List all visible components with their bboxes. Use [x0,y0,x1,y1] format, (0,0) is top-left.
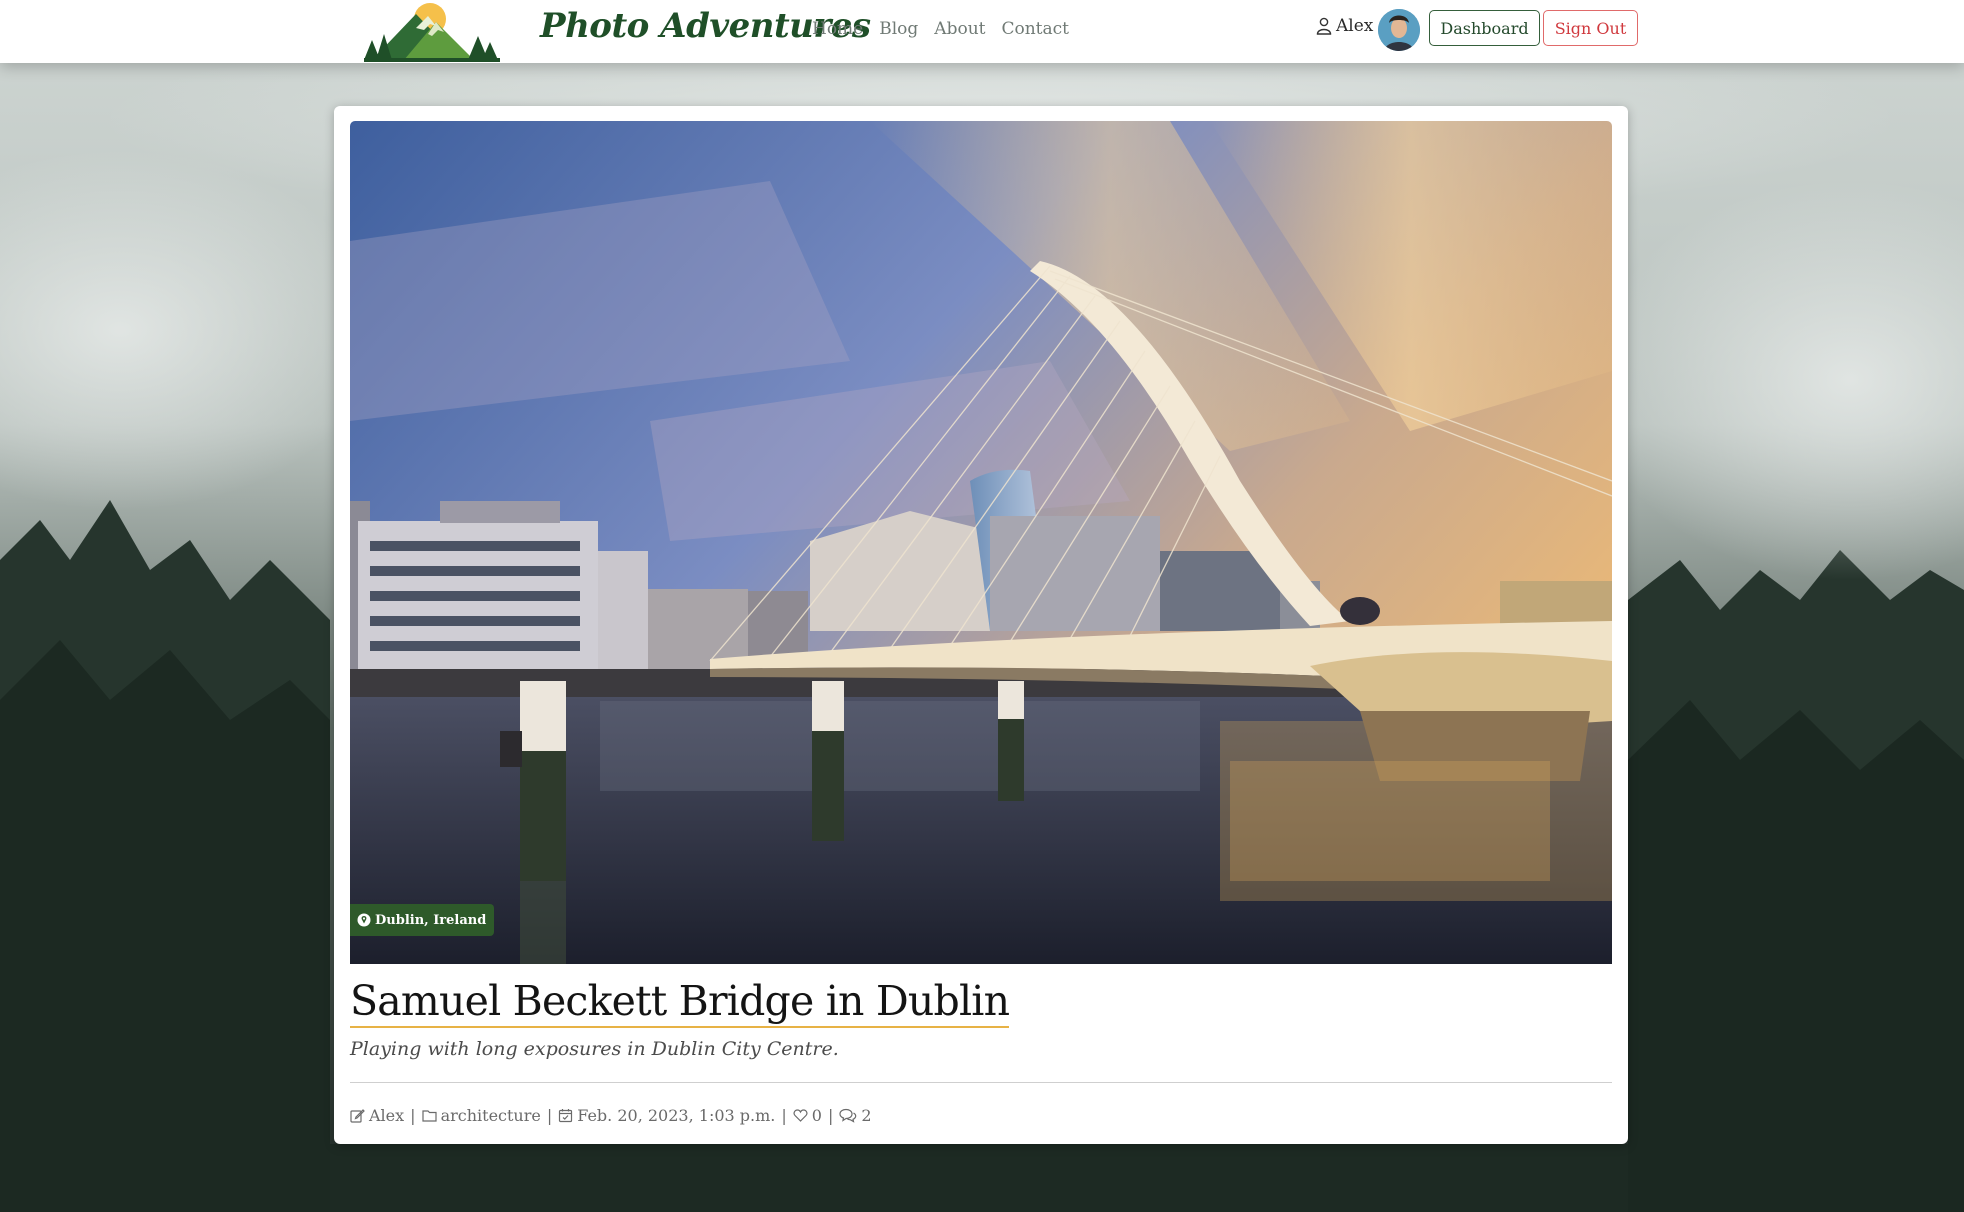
user-icon [1316,17,1332,35]
meta-date: Feb. 20, 2023, 1:03 p.m. [558,1106,775,1125]
avatar[interactable] [1378,9,1420,51]
meta-separator: | [781,1106,787,1125]
post-title: Samuel Beckett Bridge in Dublin [350,976,1010,1028]
dashboard-button[interactable]: Dashboard [1429,10,1540,46]
category-name: architecture [440,1106,541,1125]
meta-author[interactable]: Alex [350,1106,404,1125]
author-name: Alex [369,1106,405,1125]
nav-link-home[interactable]: Home [812,19,863,39]
user-menu[interactable]: Alex [1316,16,1373,36]
divider [350,1082,1612,1083]
post-hero-image [350,121,1612,964]
location-text: Dublin, Ireland [375,912,487,928]
folder-icon [421,1110,437,1122]
sign-out-button[interactable]: Sign Out [1543,10,1638,46]
comments-icon [839,1108,857,1123]
comments-count: 2 [861,1106,872,1125]
mountain-sun-logo[interactable] [364,0,500,62]
calendar-check-icon [559,1109,573,1123]
meta-separator: | [827,1106,834,1125]
post-subtitle: Playing with long exposures in Dublin Ci… [350,1038,839,1060]
meta-category[interactable]: architecture [421,1106,541,1125]
nav-link-blog[interactable]: Blog [879,19,918,39]
post-meta: Alex | architecture | Feb. 20, 2023, 1:0… [350,1106,872,1125]
post-card: Dublin, Ireland Samuel Beckett Bridge in… [334,106,1628,1144]
meta-separator: | [546,1106,553,1125]
nav-link-contact[interactable]: Contact [1001,19,1069,39]
pencil-square-icon [350,1109,365,1123]
meta-comments[interactable]: 2 [839,1106,872,1125]
nav-links: Home Blog About Contact [812,19,1069,39]
likes-count: 0 [811,1106,822,1125]
user-name: Alex [1336,16,1374,36]
heart-icon [793,1109,808,1122]
location-pin-icon [357,913,371,927]
meta-likes[interactable]: 0 [793,1106,822,1125]
nav-link-about[interactable]: About [934,19,985,39]
post-date: Feb. 20, 2023, 1:03 p.m. [577,1106,776,1125]
top-navbar: Photo Adventures Home Blog About Contact… [0,0,1964,63]
location-badge[interactable]: Dublin, Ireland [350,904,495,936]
meta-separator: | [410,1106,416,1125]
bridge-photo [350,121,1612,964]
